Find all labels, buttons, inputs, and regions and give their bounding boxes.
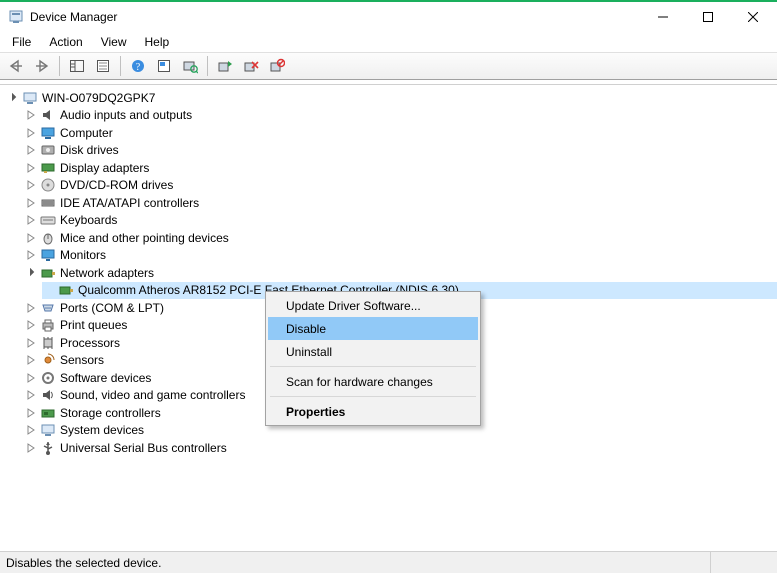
tree-node-audio[interactable]: Audio inputs and outputs [24,107,777,125]
tree-node-keyboards[interactable]: Keyboards [24,212,777,230]
status-text: Disables the selected device. [6,556,161,570]
menu-action[interactable]: Action [41,33,90,51]
software-icon [40,370,56,386]
menu-view[interactable]: View [93,33,135,51]
ctx-scan[interactable]: Scan for hardware changes [268,370,478,393]
expand-icon[interactable] [24,248,38,262]
mouse-icon [40,230,56,246]
ports-icon [40,300,56,316]
collapse-icon[interactable] [6,91,20,105]
app-icon [8,9,24,25]
tree-root-label: WIN-O079DQ2GPK7 [42,91,155,105]
tree-node-mice[interactable]: Mice and other pointing devices [24,229,777,247]
expand-icon[interactable] [24,336,38,350]
expand-icon[interactable] [24,371,38,385]
dvd-icon [40,177,56,193]
expand-icon[interactable] [24,388,38,402]
toolbar-separator [59,56,60,76]
disable-toolbar-button[interactable] [265,54,289,78]
collapse-icon[interactable] [24,266,38,280]
show-hide-tree-button[interactable] [65,54,89,78]
forward-button[interactable] [30,54,54,78]
close-button[interactable] [730,2,775,32]
printer-icon [40,317,56,333]
title-bar: Device Manager [0,2,777,32]
processor-icon [40,335,56,351]
help-toolbar-button[interactable]: ? [126,54,150,78]
menu-help[interactable]: Help [137,33,178,51]
expand-icon[interactable] [24,143,38,157]
action-toolbar-button[interactable] [152,54,176,78]
tree-node-computer[interactable]: Computer [24,124,777,142]
computer-icon [22,90,38,106]
tree-node-usb[interactable]: Universal Serial Bus controllers [24,439,777,457]
sound-icon [40,387,56,403]
disk-icon [40,142,56,158]
expand-icon[interactable] [24,178,38,192]
ctx-uninstall[interactable]: Uninstall [268,340,478,363]
tree-node-disk[interactable]: Disk drives [24,142,777,160]
storage-icon [40,405,56,421]
properties-toolbar-button[interactable] [91,54,115,78]
keyboard-icon [40,212,56,228]
expand-icon[interactable] [24,108,38,122]
expand-icon[interactable] [24,423,38,437]
expand-icon[interactable] [24,213,38,227]
tree-node-display[interactable]: Display adapters [24,159,777,177]
sensor-icon [40,352,56,368]
ctx-properties[interactable]: Properties [268,400,478,423]
toolbar-separator [207,56,208,76]
tree-node-dvd[interactable]: DVD/CD-ROM drives [24,177,777,195]
network-adapter-icon [40,265,56,281]
update-driver-toolbar-button[interactable] [213,54,237,78]
expand-icon[interactable] [24,231,38,245]
expand-icon[interactable] [24,406,38,420]
toolbar-separator [120,56,121,76]
expand-icon[interactable] [24,161,38,175]
tree-node-network[interactable]: Network adapters [24,264,777,282]
monitor-icon [40,247,56,263]
svg-text:?: ? [136,62,141,73]
status-bar: Disables the selected device. [0,551,777,573]
back-button[interactable] [4,54,28,78]
display-adapter-icon [40,160,56,176]
toolbar: ? [0,52,777,80]
tree-node-monitors[interactable]: Monitors [24,247,777,265]
ctx-separator [270,366,476,367]
tree-root[interactable]: WIN-O079DQ2GPK7 [6,89,777,107]
minimize-button[interactable] [640,2,685,32]
tree-node-ide[interactable]: IDE ATA/ATAPI controllers [24,194,777,212]
expand-icon[interactable] [24,196,38,210]
system-icon [40,422,56,438]
maximize-button[interactable] [685,2,730,32]
expand-icon[interactable] [24,441,38,455]
network-adapter-icon [58,282,74,298]
ctx-disable[interactable]: Disable [268,317,478,340]
expand-icon[interactable] [24,126,38,140]
ctx-update-driver[interactable]: Update Driver Software... [268,294,478,317]
context-menu: Update Driver Software... Disable Uninst… [265,291,481,426]
usb-icon [40,440,56,456]
expand-icon[interactable] [24,353,38,367]
expand-icon[interactable] [24,301,38,315]
expand-icon[interactable] [24,318,38,332]
scan-toolbar-button[interactable] [178,54,202,78]
menu-file[interactable]: File [4,33,39,51]
ide-icon [40,195,56,211]
ctx-separator [270,396,476,397]
audio-icon [40,107,56,123]
menu-bar: File Action View Help [0,32,777,52]
window-controls [640,2,775,32]
window-title: Device Manager [30,10,640,24]
computer-icon [40,125,56,141]
uninstall-toolbar-button[interactable] [239,54,263,78]
